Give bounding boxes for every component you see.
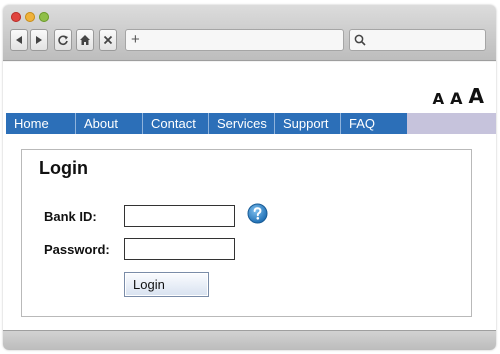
forward-button[interactable]	[30, 29, 48, 51]
new-tab-button[interactable]: +	[125, 29, 344, 51]
browser-status-bar	[3, 330, 496, 350]
maximize-window-button[interactable]	[39, 12, 49, 22]
bank-id-label: Bank ID:	[44, 209, 97, 224]
menu-item-faq[interactable]: FAQ	[341, 113, 407, 134]
font-size-large-button[interactable]: A	[469, 84, 484, 108]
home-button[interactable]	[76, 29, 94, 51]
password-label: Password:	[44, 242, 110, 257]
search-icon	[354, 34, 366, 46]
back-arrow-icon	[16, 36, 22, 44]
home-icon	[80, 35, 90, 45]
forward-arrow-icon	[36, 36, 42, 44]
browser-window: + A A A Home About Contact Services Supp…	[3, 5, 496, 350]
new-tab-label: +	[131, 31, 140, 48]
search-input[interactable]	[370, 32, 480, 48]
menu-item-about[interactable]: About	[76, 113, 143, 134]
search-box[interactable]	[349, 29, 486, 51]
main-menu: Home About Contact Services Support FAQ	[6, 113, 407, 134]
font-size-small-button[interactable]: A	[433, 90, 445, 108]
browser-toolbar: +	[3, 5, 496, 61]
reload-button[interactable]	[54, 29, 72, 51]
password-input[interactable]	[124, 238, 235, 260]
login-panel: Login Bank ID: Password: Login	[21, 149, 472, 317]
menu-item-services[interactable]: Services	[209, 113, 275, 134]
login-title: Login	[39, 158, 88, 178]
menu-item-support[interactable]: Support	[275, 113, 341, 134]
minimize-window-button[interactable]	[25, 12, 35, 22]
menu-item-home[interactable]: Home	[6, 113, 76, 134]
menu-bar-filler	[407, 113, 496, 134]
back-button[interactable]	[10, 29, 28, 51]
close-window-button[interactable]	[11, 12, 21, 22]
font-size-controls: A A A	[433, 84, 484, 108]
bank-id-input[interactable]	[124, 205, 235, 227]
font-size-medium-button[interactable]: A	[450, 89, 462, 108]
login-button[interactable]: Login	[124, 272, 209, 297]
stop-button[interactable]	[99, 29, 117, 51]
page-content: A A A Home About Contact Services Suppor…	[3, 62, 496, 330]
reload-icon	[58, 35, 68, 45]
menu-item-contact[interactable]: Contact	[143, 113, 209, 134]
help-icon[interactable]	[247, 203, 268, 224]
close-icon	[103, 35, 113, 45]
